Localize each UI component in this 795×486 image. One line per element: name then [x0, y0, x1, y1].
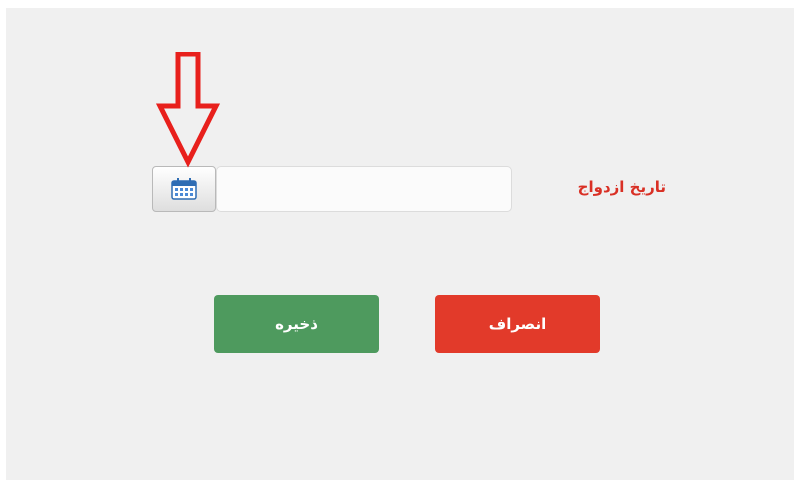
save-button[interactable]: ذخیره [214, 295, 379, 353]
form-panel: تاریخ ازدواج ذخیره انصراف [6, 8, 794, 480]
marriage-date-label: تاریخ ازدواج [577, 178, 666, 196]
calendar-button[interactable] [152, 166, 216, 212]
marriage-date-input[interactable] [216, 166, 512, 212]
calendar-icon [171, 178, 197, 200]
cancel-button[interactable]: انصراف [435, 295, 600, 353]
down-arrow-icon [156, 52, 220, 168]
